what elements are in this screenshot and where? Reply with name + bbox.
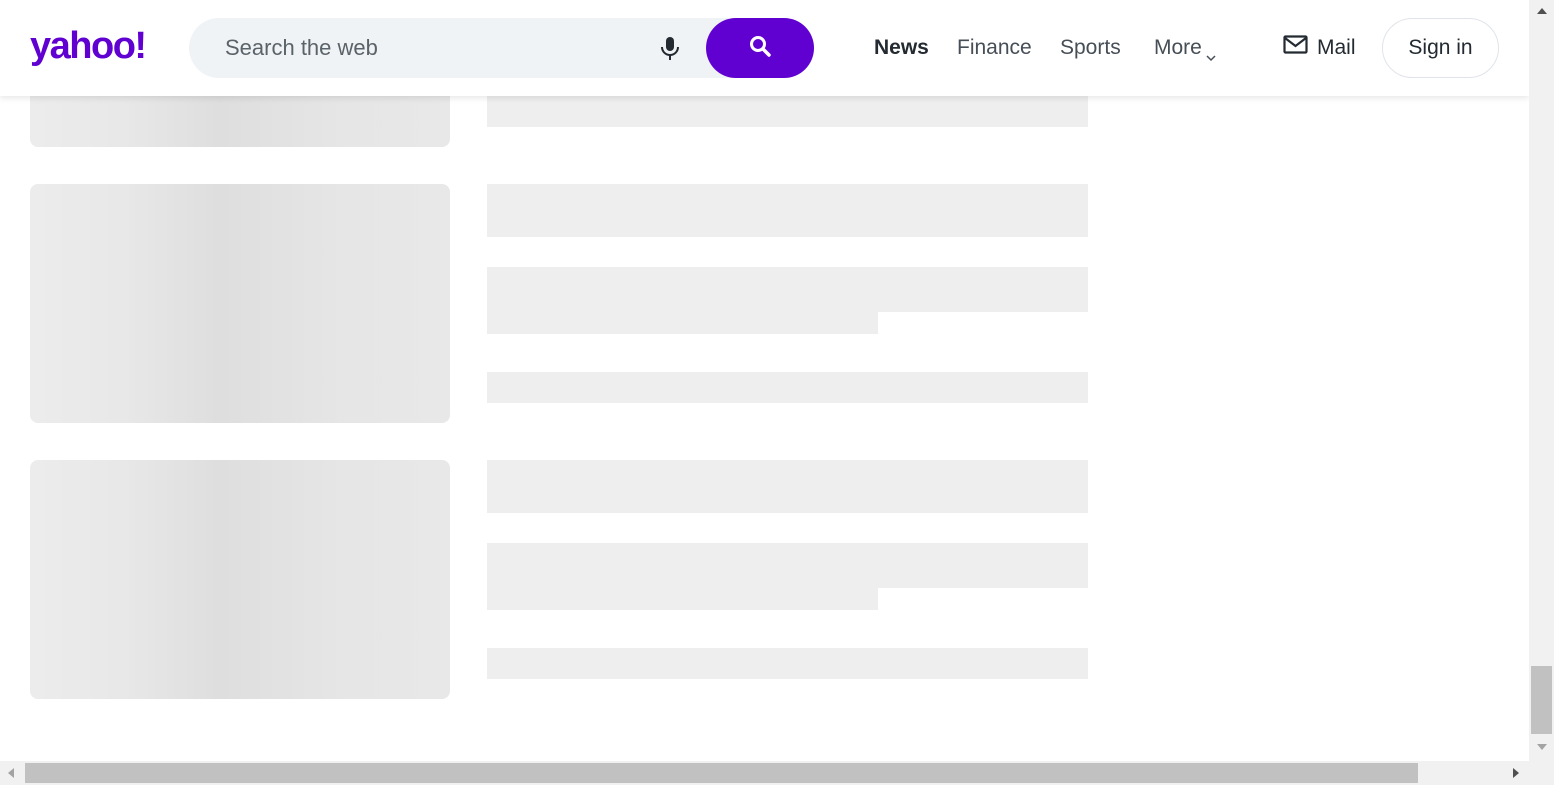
horizontal-scroll-thumb[interactable]: [25, 763, 1418, 783]
scroll-up-arrow-icon[interactable]: [1537, 8, 1547, 14]
placeholder-line: [487, 372, 1088, 403]
yahoo-logo[interactable]: yahoo!: [30, 26, 147, 66]
placeholder-line-short: [487, 312, 878, 334]
vertical-scroll-thumb[interactable]: [1531, 666, 1552, 734]
page-viewport: yahoo! News Finance Spor: [0, 0, 1529, 761]
microphone-icon[interactable]: [659, 35, 681, 63]
scroll-down-arrow-icon[interactable]: [1537, 744, 1547, 750]
placeholder-line: [487, 92, 1088, 127]
mail-label: Mail: [1317, 36, 1356, 59]
search-input[interactable]: [225, 18, 645, 78]
nav-more-label: More: [1154, 36, 1202, 59]
placeholder-line: [487, 543, 1088, 588]
nav-finance[interactable]: Finance: [957, 34, 1032, 62]
scroll-right-arrow-icon[interactable]: [1513, 768, 1519, 778]
placeholder-line-short: [487, 588, 878, 610]
placeholder-title-line: [487, 184, 1088, 237]
placeholder-thumbnail: [30, 184, 450, 423]
placeholder-title-line: [487, 460, 1088, 513]
placeholder-line: [487, 267, 1088, 312]
nav-sports[interactable]: Sports: [1060, 34, 1121, 62]
mail-icon: [1283, 34, 1308, 62]
nav-more[interactable]: More: [1154, 34, 1216, 62]
vertical-scrollbar[interactable]: [1529, 0, 1554, 761]
placeholder-thumbnail: [30, 460, 450, 699]
chevron-down-icon: [1206, 43, 1216, 62]
search-bar: [189, 18, 814, 78]
mail-link[interactable]: Mail: [1283, 34, 1356, 62]
sign-in-button[interactable]: Sign in: [1382, 18, 1499, 78]
search-icon: [749, 35, 771, 62]
horizontal-scrollbar[interactable]: [0, 761, 1554, 785]
scroll-left-arrow-icon[interactable]: [8, 768, 14, 778]
site-header: yahoo! News Finance Spor: [0, 0, 1529, 96]
placeholder-line: [487, 648, 1088, 679]
search-button[interactable]: [706, 18, 814, 78]
nav-news[interactable]: News: [874, 34, 929, 62]
